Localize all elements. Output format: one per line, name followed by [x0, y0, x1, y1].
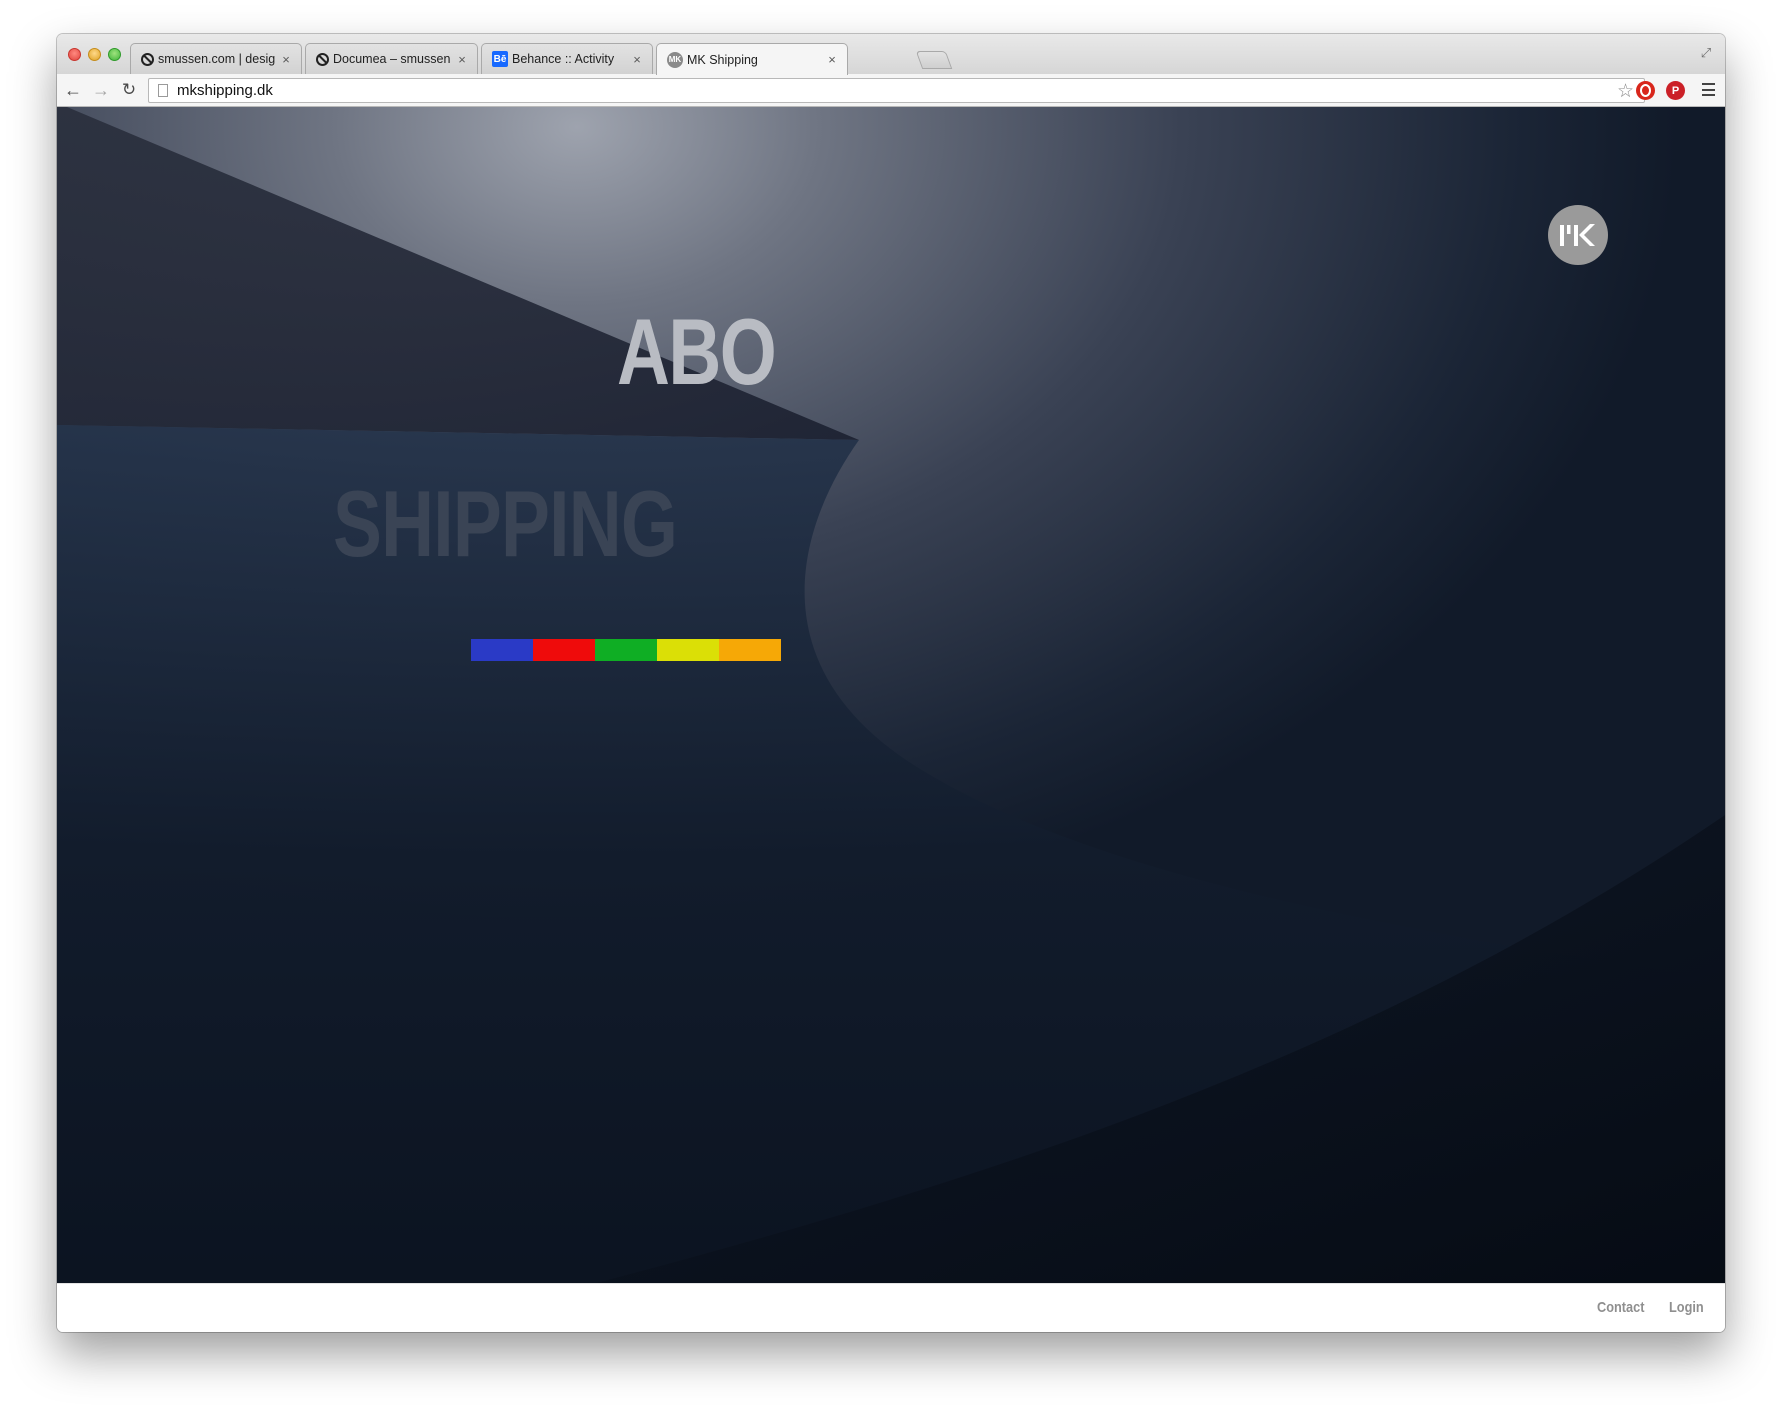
- slashed-circle-icon: [316, 52, 329, 66]
- tab-mk-shipping[interactable]: MK MK Shipping ×: [656, 43, 848, 75]
- mk-logo[interactable]: [1548, 205, 1608, 265]
- tab-close-icon[interactable]: ×: [455, 52, 469, 67]
- browser-window: smussen.com | design adm × Documea – smu…: [57, 34, 1725, 1332]
- headline-abo: ABO: [617, 299, 777, 404]
- headline-shipping: SHIPPING: [333, 471, 678, 576]
- tab-documea[interactable]: Documea – smussen.com ×: [305, 43, 478, 74]
- tab-title: Documea – smussen.com: [333, 52, 451, 66]
- slashed-circle-icon: [141, 52, 154, 66]
- window-maximize-button[interactable]: [108, 48, 121, 61]
- fullscreen-icon[interactable]: ⤢: [1699, 46, 1713, 60]
- forward-arrow-icon[interactable]: →: [90, 79, 112, 101]
- color-bar-segment: [471, 639, 533, 661]
- back-arrow-icon[interactable]: ←: [62, 79, 84, 101]
- address-bar[interactable]: mkshipping.dk ☆: [148, 78, 1645, 103]
- pinterest-extension-icon[interactable]: P: [1666, 81, 1685, 100]
- login-link[interactable]: Login: [1669, 1299, 1704, 1316]
- tab-close-icon[interactable]: ×: [825, 52, 839, 67]
- color-bar-segment: [657, 639, 719, 661]
- new-tab-button[interactable]: [915, 51, 953, 69]
- page-icon: [158, 84, 168, 97]
- color-bar-segment: [719, 639, 781, 661]
- contact-link[interactable]: Contact: [1597, 1299, 1644, 1316]
- tab-title: Behance :: Activity: [512, 52, 615, 66]
- window-close-button[interactable]: [68, 48, 81, 61]
- reload-icon[interactable]: ↻: [118, 79, 140, 101]
- tab-smussen[interactable]: smussen.com | design adm ×: [130, 43, 302, 74]
- window-minimize-button[interactable]: [88, 48, 101, 61]
- opera-extension-icon[interactable]: [1636, 81, 1655, 100]
- background-shapes: [57, 107, 1725, 1283]
- footer: Contact Login: [57, 1283, 1725, 1332]
- color-bar: [471, 639, 781, 661]
- tab-title: MK Shipping: [687, 52, 758, 67]
- mk-icon: MK: [667, 51, 683, 68]
- tab-strip: smussen.com | design adm × Documea – smu…: [57, 34, 1725, 75]
- mk-logo-mark: [1560, 224, 1595, 246]
- tab-title: smussen.com | design adm: [158, 52, 275, 66]
- behance-icon: Bē: [492, 51, 508, 67]
- tab-close-icon[interactable]: ×: [630, 52, 644, 67]
- page-viewport: ABO SHIPPING: [57, 107, 1725, 1283]
- tab-behance[interactable]: Bē Behance :: Activity ×: [481, 43, 653, 74]
- tab-close-icon[interactable]: ×: [279, 52, 293, 67]
- bookmark-star-icon[interactable]: ☆: [1617, 80, 1634, 103]
- url-text[interactable]: mkshipping.dk: [177, 82, 273, 99]
- menu-icon[interactable]: [1702, 83, 1715, 96]
- color-bar-segment: [533, 639, 595, 661]
- browser-toolbar: ← → ↻ mkshipping.dk ☆ P: [57, 74, 1725, 107]
- color-bar-segment: [595, 639, 657, 661]
